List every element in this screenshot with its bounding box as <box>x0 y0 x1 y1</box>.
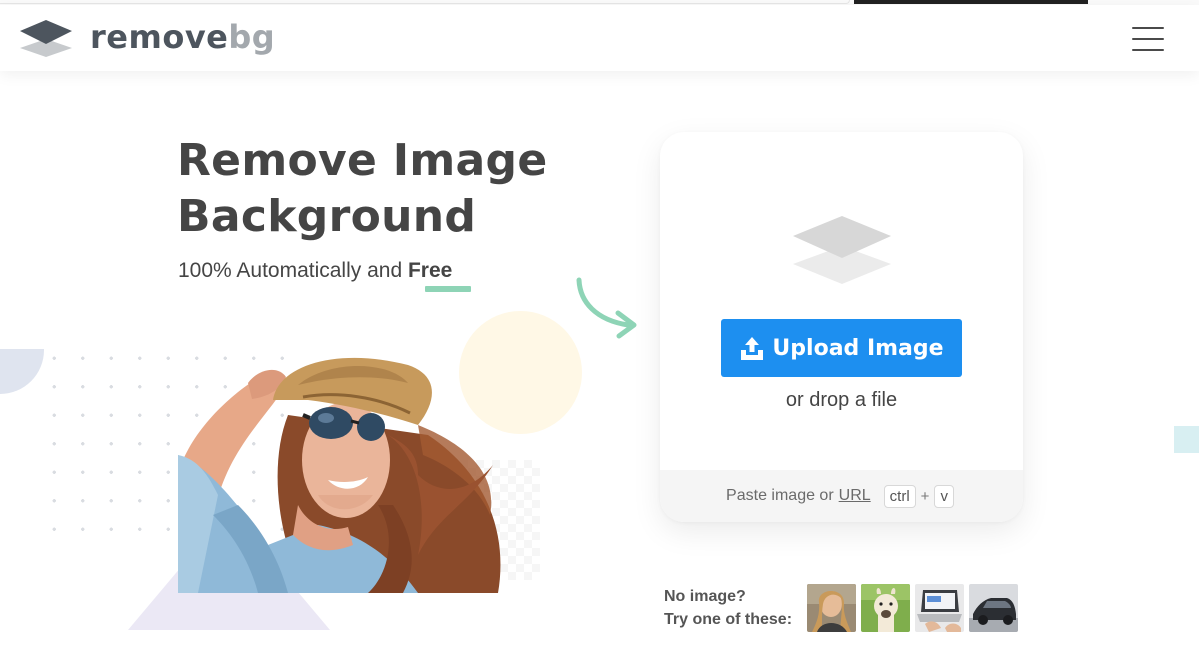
hamburger-menu-icon[interactable] <box>1130 25 1166 53</box>
removebg-logo[interactable]: removebg <box>18 17 275 57</box>
hero-subtitle-text: 100% Automatically and <box>178 259 408 282</box>
sample-thumbnails <box>807 584 1018 632</box>
sample-prompt-line2: Try one of these: <box>664 611 793 628</box>
kbd-v: v <box>934 484 954 508</box>
sample-thumb-car[interactable] <box>969 584 1018 632</box>
logo-wordmark: removebg <box>90 17 275 57</box>
upload-card[interactable]: Upload Image or drop a file Paste image … <box>660 132 1023 522</box>
layers-placeholder-icon <box>793 216 891 284</box>
hero-subtitle-free: Free <box>407 259 453 282</box>
hero-woman-photo <box>178 357 501 593</box>
curved-arrow-icon <box>576 277 637 339</box>
paste-bar: Paste image or URL ctrl + v <box>660 470 1023 522</box>
drop-file-text: or drop a file <box>785 389 898 411</box>
sample-images-prompt: No image? Try one of these: <box>664 585 792 631</box>
sample-prompt-line1: No image? <box>664 588 746 605</box>
browser-dark-bar <box>854 0 1088 4</box>
kbd-plus: + <box>920 487 930 505</box>
site-header: removebg <box>0 5 1199 71</box>
logo-word-bg: bg <box>228 18 276 56</box>
sample-thumb-alpaca[interactable] <box>861 584 910 632</box>
upload-icon <box>741 337 764 360</box>
paste-url-link[interactable]: URL <box>839 487 871 505</box>
hero-title: Remove Image Background <box>177 133 597 245</box>
hero-subtitle: 100% Automatically and Free <box>178 259 452 283</box>
hero-title-line1: Remove Image <box>177 135 548 186</box>
decor-semicircle <box>0 349 44 394</box>
free-underline <box>425 286 471 292</box>
sample-thumb-woman[interactable] <box>807 584 856 632</box>
layers-logo-icon <box>20 20 72 57</box>
logo-word-remove: remove <box>90 18 229 56</box>
upload-image-button[interactable]: Upload Image <box>721 319 962 377</box>
paste-prefix: Paste image or <box>726 487 834 504</box>
sample-thumb-laptop[interactable] <box>915 584 964 632</box>
decor-square <box>1174 426 1199 453</box>
kbd-ctrl: ctrl <box>883 484 916 508</box>
upload-button-label: Upload Image <box>772 335 944 361</box>
hero-title-line2: Background <box>177 191 477 242</box>
browser-tab-edge <box>0 0 850 4</box>
